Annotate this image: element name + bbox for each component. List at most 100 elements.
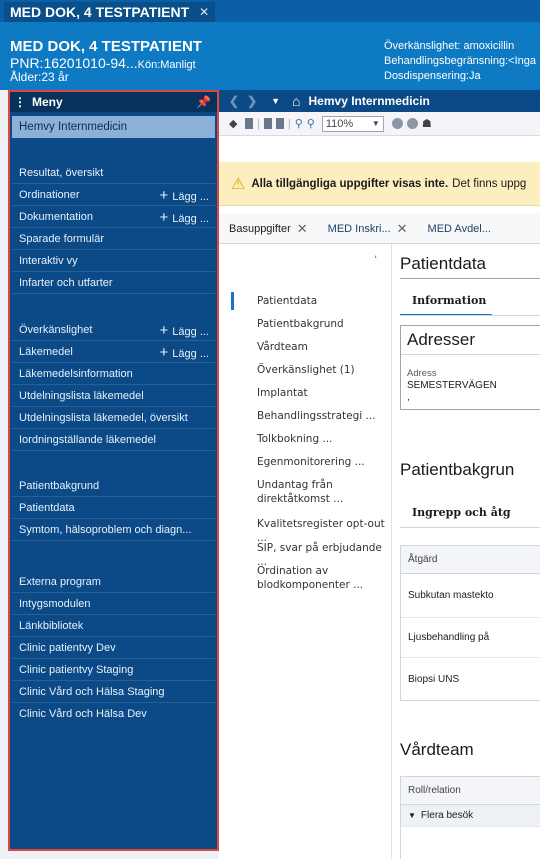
sidebar-item-ordinationer[interactable]: Ordinationer + Lägg ... — [12, 184, 215, 206]
back-arrow-icon[interactable]: ❮ — [229, 94, 239, 108]
add-label: Lägg ... — [172, 213, 209, 225]
patient-tab[interactable]: MED DOK, 4 TESTPATIENT ✕ — [4, 2, 216, 22]
pin-icon[interactable]: 📌 — [196, 95, 211, 109]
table-header: Roll/relation — [401, 777, 540, 805]
table-row[interactable]: Subkutan mastekto — [401, 574, 540, 618]
sidebar-item-clinic-vard-dev[interactable]: Clinic Vård och Hälsa Dev — [12, 703, 215, 725]
restriction-info[interactable]: Behandlingsbegränsning:<Inga — [384, 54, 536, 69]
procedures-table: Åtgärd Subkutan mastekto Ljusbehandling … — [400, 545, 540, 701]
binoculars-icon[interactable]: ◆ — [229, 118, 241, 130]
subnav-item-implantat[interactable]: Implantat — [257, 386, 389, 400]
sidebar-item-utdelningslista-oversikt[interactable]: Utdelningslista läkemedel, översikt — [12, 407, 215, 429]
sidebar-item-clinic-patientvy-dev[interactable]: Clinic patientvy Dev — [12, 637, 215, 659]
sidebar-item-utdelningslista[interactable]: Utdelningslista läkemedel — [12, 385, 215, 407]
sidebar-item-externa-program[interactable]: Externa program — [12, 571, 215, 593]
sidebar-item-dokumentation[interactable]: Dokumentation + Lägg ... — [12, 206, 215, 228]
sidebar-item-intygsmodulen[interactable]: Intygsmodulen — [12, 593, 215, 615]
zoom-value: 110% — [325, 117, 354, 130]
subnav-item-undantag[interactable]: Undantag från direktåtkomst ... — [257, 478, 389, 506]
print-icon[interactable] — [245, 118, 253, 129]
toolbar-separator: | — [257, 117, 260, 130]
add-overkanslighet-button[interactable]: + Lägg ... — [160, 322, 209, 339]
sidebar-item-hemvy-internmedicin[interactable]: Hemvy Internmedicin — [12, 116, 215, 138]
heading-rule — [400, 278, 540, 279]
zoom-in-icon[interactable]: ⚲ — [307, 117, 315, 130]
tab-ingrepp[interactable]: Ingrepp och åtg — [412, 506, 511, 519]
tab-information[interactable]: Information — [412, 294, 486, 307]
subtab-rule — [400, 315, 540, 316]
close-icon[interactable]: ✕ — [297, 221, 308, 237]
sidebar-item-label: Utdelningslista läkemedel — [19, 389, 144, 402]
subnav-item-patientdata[interactable]: Patientdata — [257, 294, 389, 308]
subnav-item-ordination-blod[interactable]: Ordination av blodkomponenter ... — [257, 564, 389, 592]
lock-icon[interactable]: ☗ — [422, 117, 432, 130]
allergy-info[interactable]: Överkänslighet: amoxicillin — [384, 39, 536, 54]
sidebar-item-clinic-patientvy-staging[interactable]: Clinic patientvy Staging — [12, 659, 215, 681]
forward-arrow-icon[interactable]: ❯ — [247, 94, 257, 108]
patient-name: MED DOK, 4 TESTPATIENT — [10, 38, 202, 55]
close-icon[interactable]: ✕ — [397, 221, 408, 237]
sidebar-item-label: Symtom, hälsoproblem och diagn... — [19, 523, 192, 536]
sidebar-item-lankbibliotek[interactable]: Länkbibliotek — [12, 615, 215, 637]
subnav-item-vardteam[interactable]: Vårdteam — [257, 340, 389, 354]
sidebar-item-patientdata[interactable]: Patientdata — [12, 497, 215, 519]
table-header: Åtgärd — [401, 546, 540, 574]
tab-label: MED Avdel... — [427, 222, 491, 235]
patient-gender: Kön:Manligt — [137, 59, 196, 71]
group-row[interactable]: ▼ Flera besök — [401, 805, 540, 827]
sidebar-item-clinic-vard-staging[interactable]: Clinic Vård och Hälsa Staging — [12, 681, 215, 703]
sidebar-item-infarter[interactable]: Infarter och utfarter — [12, 272, 215, 294]
close-icon[interactable]: ✕ — [199, 2, 209, 22]
home-icon[interactable]: ⌂ — [292, 93, 300, 109]
sidebar-item-label: Externa program — [19, 575, 101, 588]
sidebar-item-overkanslighet[interactable]: Överkänslighet + Lägg ... — [12, 319, 215, 341]
record-icon[interactable] — [406, 118, 418, 129]
sidebar-item-label: Sparade formulär — [19, 232, 104, 245]
sidebar-item-patientbakgrund[interactable]: Patientbakgrund — [12, 475, 215, 497]
copy-icon[interactable] — [263, 118, 272, 129]
table-row[interactable]: Biopsi UNS — [401, 658, 540, 700]
subnav-item-egenmonitorering[interactable]: Egenmonitorering ... — [257, 455, 389, 469]
page-title: Hemvy Internmedicin — [308, 94, 430, 108]
sidebar-item-lakemedel[interactable]: Läkemedel + Lägg ... — [12, 341, 215, 363]
subnav-item-overkanslighet[interactable]: Överkänslighet (1) — [257, 363, 389, 377]
subnav-item-tolkbokning[interactable]: Tolkbokning ... — [257, 432, 389, 446]
sidebar-item-label: Clinic Vård och Hälsa Staging — [19, 685, 165, 698]
patient-tab-label: MED DOK, 4 TESTPATIENT — [10, 4, 190, 20]
tab-med-avdel[interactable]: MED Avdel... — [418, 214, 501, 243]
sidebar-item-iordningstallande[interactable]: Iordningställande läkemedel — [12, 429, 215, 451]
sidebar-item-symtom[interactable]: Symtom, hälsoproblem och diagn... — [12, 519, 215, 541]
subnav-item-patientbakgrund[interactable]: Patientbakgrund — [257, 317, 389, 331]
sidebar-item-lakemedelsinformation[interactable]: Läkemedelsinformation — [12, 363, 215, 385]
vardteam-heading: Vårdteam — [400, 740, 474, 759]
add-dokumentation-button[interactable]: + Lägg ... — [160, 209, 209, 226]
patient-banner: MED DOK, 4 TESTPATIENT PNR:16201010-94..… — [0, 22, 540, 90]
chevron-down-icon[interactable]: ▼ — [271, 96, 280, 106]
zoom-select[interactable]: 110% ▼ — [321, 115, 384, 132]
sidebar-item-interaktiv-vy[interactable]: Interaktiv vy — [12, 250, 215, 272]
pin-icon[interactable]: ‘ — [375, 254, 377, 266]
paste-icon[interactable] — [275, 118, 284, 129]
sidebar-item-resultat-oversikt[interactable]: Resultat, översikt — [12, 162, 215, 184]
subnav-item-behandlingsstrategi[interactable]: Behandlingsstrategi ... — [257, 409, 389, 423]
active-section-marker — [231, 292, 234, 310]
zoom-out-icon[interactable]: ⚲ — [295, 117, 303, 130]
tab-med-inskri[interactable]: MED Inskri... ✕ — [318, 214, 418, 243]
address-card: Adresser Adress SEMESTERVÄGEN , — [400, 325, 540, 410]
tab-basuppgifter[interactable]: Basuppgifter ✕ — [219, 214, 318, 243]
caret-down-icon[interactable]: ▼ — [408, 811, 416, 820]
add-ordination-button[interactable]: + Lägg ... — [160, 187, 209, 204]
patient-age: Ålder:23 år — [10, 70, 69, 84]
record-icon[interactable] — [391, 118, 403, 129]
content-panel: Patientdata Information Adresser Adress … — [392, 244, 540, 859]
table-row[interactable]: Ljusbehandling på — [401, 618, 540, 658]
drag-handle-icon[interactable]: ⋮ — [14, 95, 26, 109]
sidebar-item-label: Överkänslighet — [19, 323, 93, 336]
sidebar-item-sparade-formular[interactable]: Sparade formulär — [12, 228, 215, 250]
add-lakemedel-button[interactable]: + Lägg ... — [160, 344, 209, 361]
section-navigation: ‘ Patientdata Patientbakgrund Vårdteam Ö… — [219, 244, 391, 859]
sidebar-menu: ⋮ Meny 📌 Hemvy Internmedicin Resultat, ö… — [8, 90, 219, 851]
patientbakgrund-heading: Patientbakgrun — [400, 460, 515, 479]
add-label: Lägg ... — [172, 191, 209, 203]
subtab-rule — [400, 527, 540, 528]
